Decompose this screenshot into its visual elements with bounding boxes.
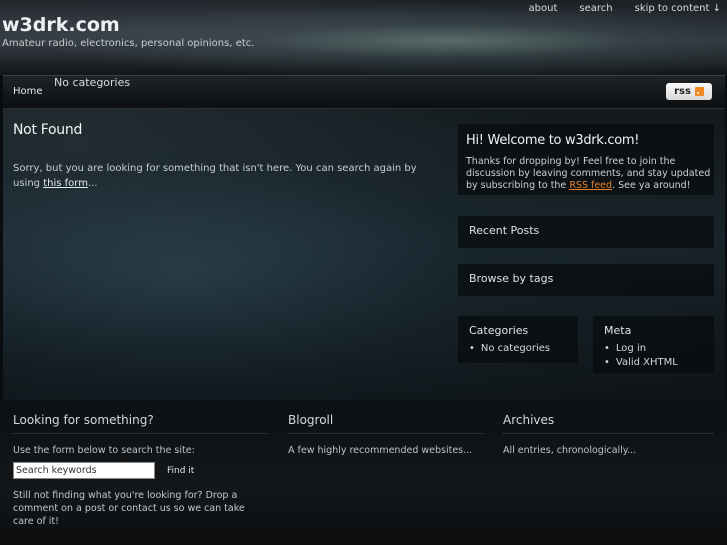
navbar: Home No categories rss	[3, 76, 725, 109]
top-navigation: about search skip to content ↓	[529, 3, 721, 14]
browse-tags-widget: Browse by tags	[458, 264, 714, 296]
nav-home-link[interactable]: Home	[13, 86, 43, 97]
footer-search-column: Looking for something? Use the form belo…	[13, 413, 268, 458]
page-title: Not Found	[13, 122, 83, 138]
find-it-button[interactable]: Find it	[167, 466, 194, 476]
blogroll-title: Blogroll	[288, 413, 483, 434]
recent-posts-title[interactable]: Recent Posts	[469, 224, 539, 237]
footer-search-note: Still not finding what you're looking fo…	[13, 490, 245, 527]
not-found-ellipsis: ...	[87, 178, 98, 189]
footer-search-intro: Use the form below to search the site:	[13, 445, 195, 456]
site-logo[interactable]: w3drk.com	[2, 14, 120, 36]
topnav-about-link[interactable]: about	[529, 3, 558, 14]
meta-login-link[interactable]: Log in	[604, 343, 678, 354]
welcome-text: Thanks for dropping by! Feel free to joi…	[466, 156, 714, 192]
categories-title: Categories	[469, 324, 529, 337]
main-content-area: Home No categories rss Not Found Sorry, …	[3, 75, 725, 401]
not-found-message: Sorry, but you are looking for something…	[13, 161, 433, 191]
site-footer: Looking for something? Use the form belo…	[0, 400, 727, 545]
topnav-skip-link[interactable]: skip to content ↓	[635, 3, 721, 14]
nav-categories: No categories	[54, 76, 131, 89]
welcome-title: Hi! Welcome to w3drk.com!	[466, 133, 640, 148]
meta-valid-xhtml-link[interactable]: Valid XHTML	[604, 357, 678, 368]
footer-search-form: Find it	[13, 462, 194, 479]
site-header: w3drk.com Amateur radio, electronics, pe…	[0, 0, 727, 75]
search-input[interactable]	[13, 462, 155, 479]
meta-widget: Meta Log in Valid XHTML	[593, 316, 714, 373]
meta-title: Meta	[604, 324, 632, 337]
archives-title: Archives	[503, 413, 713, 434]
rss-feed-link[interactable]: RSS feed	[569, 180, 612, 191]
search-form-link[interactable]: this form	[43, 178, 88, 189]
meta-list: Log in Valid XHTML	[604, 343, 678, 371]
footer-search-title: Looking for something?	[13, 413, 268, 434]
list-item: No categories	[469, 343, 550, 354]
browse-tags-title[interactable]: Browse by tags	[469, 272, 553, 285]
site-tagline: Amateur radio, electronics, personal opi…	[2, 38, 255, 49]
recent-posts-widget: Recent Posts	[458, 216, 714, 248]
rss-feed-icon	[694, 87, 704, 96]
archives-text: All entries, chronologically...	[503, 445, 637, 456]
blogroll-text: A few highly recommended websites...	[288, 445, 473, 456]
rss-button[interactable]: rss	[666, 83, 712, 100]
categories-widget: Categories No categories	[458, 316, 578, 363]
footer-blogroll-column: Blogroll A few highly recommended websit…	[288, 413, 483, 458]
welcome-widget: Hi! Welcome to w3drk.com! Thanks for dro…	[458, 124, 714, 195]
rss-label: rss	[674, 86, 691, 97]
welcome-text-end: . See ya around!	[612, 180, 691, 191]
topnav-search-link[interactable]: search	[579, 3, 612, 14]
categories-list: No categories	[469, 343, 550, 357]
footer-archives-column: Archives All entries, chronologically...	[503, 413, 713, 458]
